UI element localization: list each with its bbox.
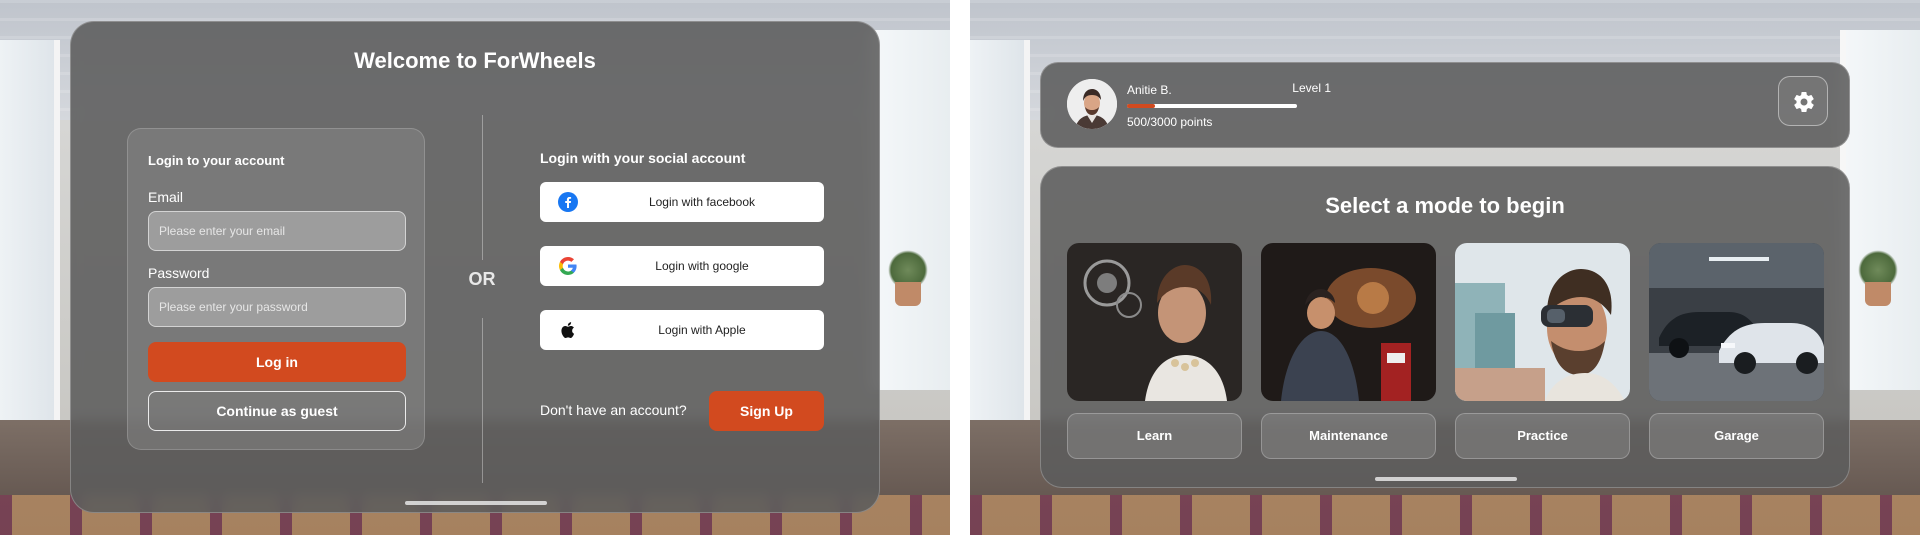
practice-mode-card[interactable] [1455,243,1630,401]
woman-hologram-image [1067,243,1242,401]
points-progress-bar [1127,104,1297,108]
sign-up-button[interactable]: Sign Up [709,391,824,431]
login-apple-button[interactable]: Login with Apple [540,310,824,350]
continue-as-guest-button[interactable]: Continue as guest [148,391,406,431]
login-google-button[interactable]: Login with google [540,246,824,286]
mode-select-screen: Anitie B. Level 1 500/3000 points Select… [970,0,1920,535]
login-facebook-button[interactable]: Login with facebook [540,182,824,222]
login-screen: Welcome to ForWheels Login to your accou… [0,0,950,535]
learn-mode-card[interactable] [1067,243,1242,401]
divider [482,115,483,260]
password-label: Password [148,265,210,281]
window-drag-handle[interactable] [405,501,547,505]
google-icon [559,257,577,275]
facebook-icon [558,192,578,212]
window-drag-handle[interactable] [1375,477,1517,481]
learn-mode-button[interactable]: Learn [1067,413,1242,459]
apple-button-label: Login with Apple [658,323,746,337]
page-title: Select a mode to begin [1325,193,1565,218]
account-login-card: Login to your account Email Please enter… [127,128,425,450]
apple-icon [561,322,575,338]
maintenance-mode-card[interactable] [1261,243,1436,401]
password-field[interactable]: Please enter your password [148,287,406,327]
points-progress-fill [1127,104,1156,108]
google-button-label: Login with google [655,259,749,273]
account-heading: Login to your account [148,153,285,168]
garage-mode-button[interactable]: Garage [1649,413,1824,459]
settings-button[interactable] [1778,76,1828,126]
garage-mode-card[interactable] [1649,243,1824,401]
profile-bar: Anitie B. Level 1 500/3000 points [1040,62,1850,148]
vr-headset-man-image [1455,243,1630,401]
mechanic-image [1261,243,1436,401]
avatar[interactable] [1067,79,1117,129]
level-label: Level 1 [1292,81,1331,95]
mode-select-window: Select a mode to begin Learn Maintenance… [1040,166,1850,488]
divider [482,318,483,483]
email-field[interactable]: Please enter your email [148,211,406,251]
email-label: Email [148,189,184,205]
social-heading: Login with your social account [540,150,746,166]
practice-mode-button[interactable]: Practice [1455,413,1630,459]
points-count: 500/3000 points [1127,115,1213,129]
username: Anitie B. [1127,83,1172,97]
login-window: Welcome to ForWheels Login to your accou… [70,21,880,513]
signup-prompt: Don't have an account? [540,402,687,418]
page-title: Welcome to ForWheels [354,48,596,73]
facebook-button-label: Login with facebook [648,195,756,209]
or-separator: OR [468,269,496,289]
gear-icon [1794,92,1814,113]
maintenance-mode-button[interactable]: Maintenance [1261,413,1436,459]
login-button[interactable]: Log in [148,342,406,382]
user-avatar-icon [1067,79,1117,129]
parked-cars-image [1649,243,1824,401]
